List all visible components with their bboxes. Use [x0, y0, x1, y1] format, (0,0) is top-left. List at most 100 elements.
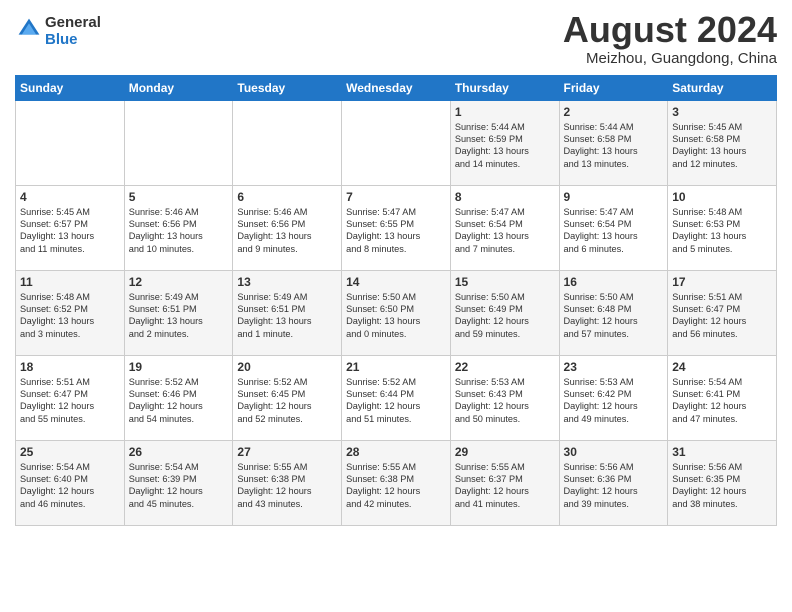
day-info: Sunrise: 5:53 AM Sunset: 6:43 PM Dayligh… [455, 376, 555, 426]
day-info: Sunrise: 5:54 AM Sunset: 6:41 PM Dayligh… [672, 376, 772, 426]
day-info: Sunrise: 5:54 AM Sunset: 6:39 PM Dayligh… [129, 461, 229, 511]
day-number: 28 [346, 445, 446, 459]
col-saturday: Saturday [668, 75, 777, 100]
day-info: Sunrise: 5:44 AM Sunset: 6:58 PM Dayligh… [564, 121, 664, 171]
col-monday: Monday [124, 75, 233, 100]
day-info: Sunrise: 5:46 AM Sunset: 6:56 PM Dayligh… [129, 206, 229, 256]
day-info: Sunrise: 5:53 AM Sunset: 6:42 PM Dayligh… [564, 376, 664, 426]
day-info: Sunrise: 5:52 AM Sunset: 6:46 PM Dayligh… [129, 376, 229, 426]
col-thursday: Thursday [450, 75, 559, 100]
day-number: 22 [455, 360, 555, 374]
day-info: Sunrise: 5:50 AM Sunset: 6:48 PM Dayligh… [564, 291, 664, 341]
day-info: Sunrise: 5:50 AM Sunset: 6:50 PM Dayligh… [346, 291, 446, 341]
day-info: Sunrise: 5:50 AM Sunset: 6:49 PM Dayligh… [455, 291, 555, 341]
day-number: 27 [237, 445, 337, 459]
calendar-cell-w4-d7: 24 Sunrise: 5:54 AM Sunset: 6:41 PM Dayli… [668, 355, 777, 440]
calendar-cell-w2-d3: 6Sunrise: 5:46 AM Sunset: 6:56 PM Daylig… [233, 185, 342, 270]
calendar-cell-w5-d7: 31Sunrise: 5:56 AM Sunset: 6:35 PM Dayli… [668, 440, 777, 525]
calendar-cell-w2-d6: 9 Sunrise: 5:47 AM Sunset: 6:54 PM Daylig… [559, 185, 668, 270]
calendar-cell-w5-d5: 29Sunrise: 5:55 AM Sunset: 6:37 PM Dayli… [450, 440, 559, 525]
day-info: Sunrise: 5:56 AM Sunset: 6:36 PM Dayligh… [564, 461, 664, 511]
col-wednesday: Wednesday [342, 75, 451, 100]
day-info: Sunrise: 5:51 AM Sunset: 6:47 PM Dayligh… [20, 376, 120, 426]
calendar-cell-w5-d3: 27 Sunrise: 5:55 AM Sunset: 6:38 PM Dayli… [233, 440, 342, 525]
calendar-cell-w1-d4 [342, 100, 451, 185]
week-row-2: 4Sunrise: 5:45 AM Sunset: 6:57 PM Daylig… [16, 185, 777, 270]
day-info: Sunrise: 5:44 AM Sunset: 6:59 PM Dayligh… [455, 121, 555, 171]
day-number: 1 [455, 105, 555, 119]
day-info: Sunrise: 5:52 AM Sunset: 6:45 PM Dayligh… [237, 376, 337, 426]
location: Meizhou, Guangdong, China [563, 50, 777, 67]
day-number: 12 [129, 275, 229, 289]
month-title: August 2024 [563, 10, 777, 50]
calendar-cell-w3-d6: 16 Sunrise: 5:50 AM Sunset: 6:48 PM Dayli… [559, 270, 668, 355]
calendar-cell-w1-d2 [124, 100, 233, 185]
week-row-4: 18Sunrise: 5:51 AM Sunset: 6:47 PM Dayli… [16, 355, 777, 440]
day-number: 7 [346, 190, 446, 204]
calendar-cell-w3-d3: 13 Sunrise: 5:49 AM Sunset: 6:51 PM Dayli… [233, 270, 342, 355]
day-info: Sunrise: 5:47 AM Sunset: 6:55 PM Dayligh… [346, 206, 446, 256]
calendar-cell-w5-d4: 28 Sunrise: 5:55 AM Sunset: 6:38 PM Dayli… [342, 440, 451, 525]
page-container: General Blue August 2024 Meizhou, Guangd… [0, 0, 792, 534]
week-row-5: 25 Sunrise: 5:54 AM Sunset: 6:40 PM Dayli… [16, 440, 777, 525]
day-number: 16 [564, 275, 664, 289]
day-number: 31 [672, 445, 772, 459]
day-number: 17 [672, 275, 772, 289]
calendar-cell-w3-d2: 12 Sunrise: 5:49 AM Sunset: 6:51 PM Dayli… [124, 270, 233, 355]
calendar-cell-w4-d5: 22 Sunrise: 5:53 AM Sunset: 6:43 PM Dayli… [450, 355, 559, 440]
day-number: 19 [129, 360, 229, 374]
day-number: 13 [237, 275, 337, 289]
day-number: 25 [20, 445, 120, 459]
day-number: 30 [564, 445, 664, 459]
day-number: 20 [237, 360, 337, 374]
day-info: Sunrise: 5:47 AM Sunset: 6:54 PM Dayligh… [564, 206, 664, 256]
week-row-3: 11 Sunrise: 5:48 AM Sunset: 6:52 PM Dayli… [16, 270, 777, 355]
calendar-header-row: Sunday Monday Tuesday Wednesday Thursday… [16, 75, 777, 100]
col-tuesday: Tuesday [233, 75, 342, 100]
logo-text-line2: Blue [45, 31, 101, 48]
day-info: Sunrise: 5:51 AM Sunset: 6:47 PM Dayligh… [672, 291, 772, 341]
calendar-cell-w4-d4: 21 Sunrise: 5:52 AM Sunset: 6:44 PM Dayli… [342, 355, 451, 440]
day-info: Sunrise: 5:55 AM Sunset: 6:38 PM Dayligh… [237, 461, 337, 511]
day-info: Sunrise: 5:47 AM Sunset: 6:54 PM Dayligh… [455, 206, 555, 256]
day-info: Sunrise: 5:48 AM Sunset: 6:53 PM Dayligh… [672, 206, 772, 256]
calendar-cell-w3-d1: 11 Sunrise: 5:48 AM Sunset: 6:52 PM Dayli… [16, 270, 125, 355]
calendar-cell-w2-d4: 7 Sunrise: 5:47 AM Sunset: 6:55 PM Daylig… [342, 185, 451, 270]
day-number: 23 [564, 360, 664, 374]
calendar-cell-w1-d6: 2 Sunrise: 5:44 AM Sunset: 6:58 PM Daylig… [559, 100, 668, 185]
calendar-cell-w2-d7: 10Sunrise: 5:48 AM Sunset: 6:53 PM Dayli… [668, 185, 777, 270]
day-info: Sunrise: 5:45 AM Sunset: 6:58 PM Dayligh… [672, 121, 772, 171]
calendar-cell-w1-d3 [233, 100, 342, 185]
calendar-cell-w2-d5: 8Sunrise: 5:47 AM Sunset: 6:54 PM Daylig… [450, 185, 559, 270]
calendar-cell-w5-d1: 25 Sunrise: 5:54 AM Sunset: 6:40 PM Dayli… [16, 440, 125, 525]
day-number: 26 [129, 445, 229, 459]
day-number: 5 [129, 190, 229, 204]
day-info: Sunrise: 5:55 AM Sunset: 6:38 PM Dayligh… [346, 461, 446, 511]
day-number: 14 [346, 275, 446, 289]
col-friday: Friday [559, 75, 668, 100]
calendar-cell-w4-d2: 19 Sunrise: 5:52 AM Sunset: 6:46 PM Dayli… [124, 355, 233, 440]
title-block: August 2024 Meizhou, Guangdong, China [563, 10, 777, 67]
day-info: Sunrise: 5:52 AM Sunset: 6:44 PM Dayligh… [346, 376, 446, 426]
calendar-cell-w3-d4: 14 Sunrise: 5:50 AM Sunset: 6:50 PM Dayli… [342, 270, 451, 355]
calendar-cell-w5-d6: 30 Sunrise: 5:56 AM Sunset: 6:36 PM Dayli… [559, 440, 668, 525]
day-number: 9 [564, 190, 664, 204]
calendar-cell-w2-d2: 5 Sunrise: 5:46 AM Sunset: 6:56 PM Daylig… [124, 185, 233, 270]
day-info: Sunrise: 5:48 AM Sunset: 6:52 PM Dayligh… [20, 291, 120, 341]
day-number: 11 [20, 275, 120, 289]
day-number: 24 [672, 360, 772, 374]
day-info: Sunrise: 5:49 AM Sunset: 6:51 PM Dayligh… [129, 291, 229, 341]
day-number: 21 [346, 360, 446, 374]
col-sunday: Sunday [16, 75, 125, 100]
day-number: 2 [564, 105, 664, 119]
logo-text-line1: General [45, 14, 101, 31]
calendar-cell-w3-d7: 17 Sunrise: 5:51 AM Sunset: 6:47 PM Dayli… [668, 270, 777, 355]
calendar-cell-w4-d3: 20 Sunrise: 5:52 AM Sunset: 6:45 PM Dayli… [233, 355, 342, 440]
calendar-cell-w5-d2: 26 Sunrise: 5:54 AM Sunset: 6:39 PM Dayli… [124, 440, 233, 525]
day-number: 3 [672, 105, 772, 119]
day-info: Sunrise: 5:54 AM Sunset: 6:40 PM Dayligh… [20, 461, 120, 511]
day-info: Sunrise: 5:49 AM Sunset: 6:51 PM Dayligh… [237, 291, 337, 341]
week-row-1: 1 Sunrise: 5:44 AM Sunset: 6:59 PM Daylig… [16, 100, 777, 185]
day-number: 29 [455, 445, 555, 459]
calendar-table: Sunday Monday Tuesday Wednesday Thursday… [15, 75, 777, 526]
